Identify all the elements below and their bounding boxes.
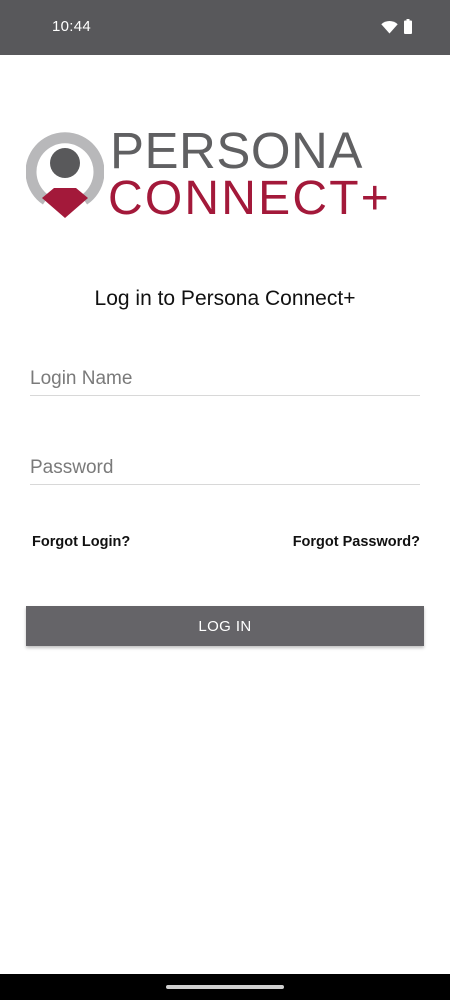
status-icons	[381, 19, 412, 34]
persona-connect-logo: PERSONA CONNECT+	[26, 124, 396, 225]
wifi-icon	[381, 20, 398, 33]
logo-text-connect: CONNECT+	[108, 172, 391, 225]
battery-icon	[404, 19, 412, 34]
navigation-bar	[0, 974, 450, 1000]
home-gesture-handle[interactable]	[166, 985, 284, 989]
login-screen: 10:44 PERSONA CONNECT+ Log in to Persona…	[0, 0, 450, 1000]
status-bar: 10:44	[0, 0, 450, 55]
forgot-password-link[interactable]: Forgot Password?	[293, 534, 420, 550]
forgot-login-link[interactable]: Forgot Login?	[32, 534, 130, 550]
logo-text-persona: PERSONA	[110, 122, 363, 179]
login-name-field-container	[30, 356, 420, 396]
login-name-input[interactable]	[30, 356, 420, 395]
password-input[interactable]	[30, 445, 420, 484]
login-button[interactable]: LOG IN	[26, 606, 424, 646]
status-time: 10:44	[52, 18, 92, 35]
persona-logo-icon	[26, 132, 104, 218]
login-heading: Log in to Persona Connect+	[94, 287, 356, 310]
password-field-container	[30, 445, 420, 485]
